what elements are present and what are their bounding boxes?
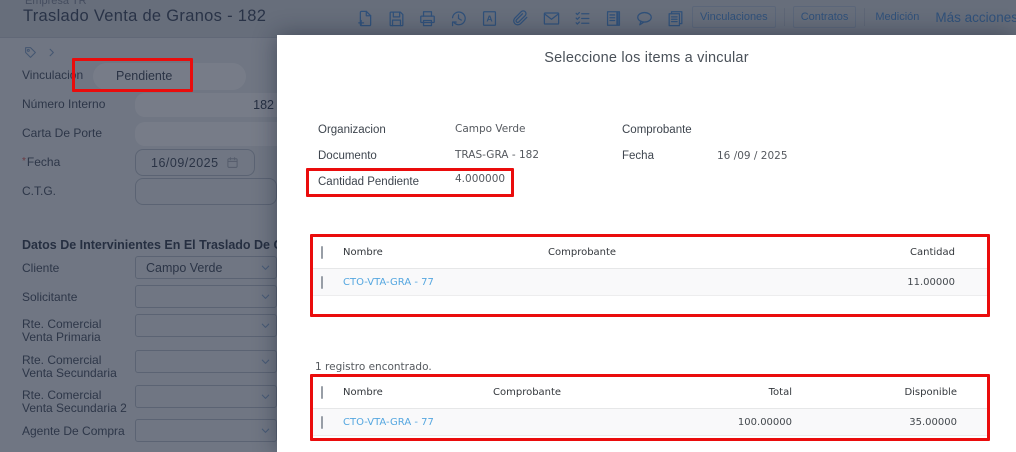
app-window: Empresa TR Traslado Venta de Granos - 18… [0,0,1016,452]
annotation-box-contracts-table [310,374,990,441]
organizacion-value: Campo Verde [455,123,526,135]
fecha-value: 16 /09 / 2025 [717,150,788,162]
documento-value: TRAS-GRA - 182 [455,149,539,161]
annotation-box-items-table [310,234,990,317]
fecha-label: Fecha [622,150,654,162]
organizacion-label: Organizacion [318,124,386,136]
result-count: 1 registro encontrado. [315,361,432,373]
annotation-box-cantidad-pendiente [306,168,514,197]
documento-label: Documento [318,150,377,162]
comprobante-label: Comprobante [622,124,692,136]
annotation-box-vinculacion [72,58,193,92]
modal-title: Seleccione los items a vincular [544,50,749,66]
